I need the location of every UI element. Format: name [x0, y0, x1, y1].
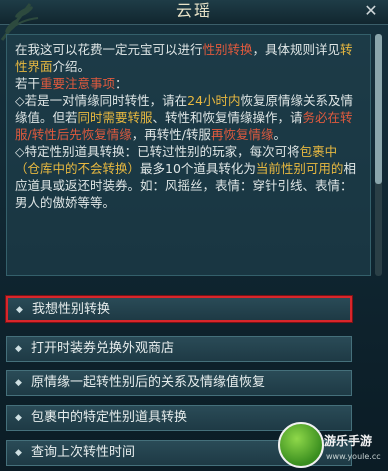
rule1-text-e: 。 [273, 127, 286, 142]
dialog-title: 云瑶 [175, 1, 212, 20]
watermark-url: www.youle.cc [326, 452, 381, 461]
dialog-frame: 云瑶 ✕ 在我这可以花费一定元宝可以进行性别转换，具体规则详见转性界面介绍。 若… [0, 0, 388, 471]
diamond-icon: ◆ [16, 305, 23, 315]
option-label: 打开时装券兑换外观商店 [31, 341, 175, 356]
rule1-highlight-d: 再恢复情缘 [210, 127, 274, 142]
option-label: 包裹中的特定性别道具转换 [31, 410, 188, 425]
intro-text-tail: ，具体规则详见 [252, 42, 341, 57]
watermark-text: 游乐手游 [324, 434, 373, 448]
rule1-highlight-b: 同时需要转服 [77, 110, 153, 125]
intro-highlight: 性别转换 [202, 42, 253, 57]
intro-text: 在我这可以花费一定元宝可以进行 [15, 42, 203, 57]
rule1-highlight-a: 24小时内 [187, 93, 241, 108]
diamond-icon: ◆ [15, 344, 22, 354]
notice-highlight: 重要注意事项 [40, 76, 116, 91]
diamond-icon: ◆ [15, 378, 22, 388]
rule-couple-paragraph: ◇若是一对情缘同时转性，请在24小时内恢复原情缘关系及情缘值。但若同时需要转服、… [15, 92, 362, 143]
option-label: 原情缘一起转性别后的关系及情缘值恢复 [31, 375, 266, 390]
info-text-panel: 在我这可以花费一定元宝可以进行性别转换，具体规则详见转性界面介绍。 若干重要注意… [6, 34, 371, 276]
rule2-text-b: 最多10个道具转化为 [140, 161, 256, 176]
option-voucher-shop[interactable]: ◆ 打开时装券兑换外观商店 [6, 336, 352, 362]
rule2-text-a: ◇特定性别道具转换：已转过性别的玩家，每次可将 [15, 144, 300, 159]
title-bar: 云瑶 ✕ [0, 0, 388, 41]
rule1-text-c: 、转性和恢复情缘操作，请 [152, 110, 303, 125]
rule1-text-a: ◇若是一对情缘同时转性，请在 [15, 93, 188, 108]
watermark-emblem-icon [278, 422, 324, 468]
intro-text-end: 介绍。 [52, 59, 91, 74]
option-label: 我想性别转换 [32, 302, 111, 317]
notice-prefix: 若干 [15, 76, 41, 91]
option-gender-change[interactable]: ◆ 我想性别转换 [6, 296, 352, 322]
rule2-highlight-b: 当前性别可用的 [255, 161, 344, 176]
rule1-text-d: ，再转性/转服 [131, 127, 211, 142]
option-couple-restore[interactable]: ◆ 原情缘一起转性别后的关系及情缘值恢复 [6, 370, 352, 396]
notice-heading: 若干重要注意事项： [15, 75, 362, 92]
option-label: 查询上次转性时间 [31, 445, 136, 460]
diamond-icon: ◆ [15, 448, 22, 458]
info-scrollbar-thumb[interactable] [375, 34, 382, 184]
intro-paragraph: 在我这可以花费一定元宝可以进行性别转换，具体规则详见转性界面介绍。 [15, 41, 362, 75]
diamond-icon: ◆ [15, 413, 22, 423]
watermark-logo: 游乐手游 www.youle.cc [278, 420, 386, 470]
close-icon[interactable]: ✕ [360, 0, 382, 22]
notice-suffix: ： [115, 76, 128, 91]
rule-item-paragraph: ◇特定性别道具转换：已转过性别的玩家，每次可将包裹中（仓库中的不会转换）最多10… [15, 143, 362, 211]
